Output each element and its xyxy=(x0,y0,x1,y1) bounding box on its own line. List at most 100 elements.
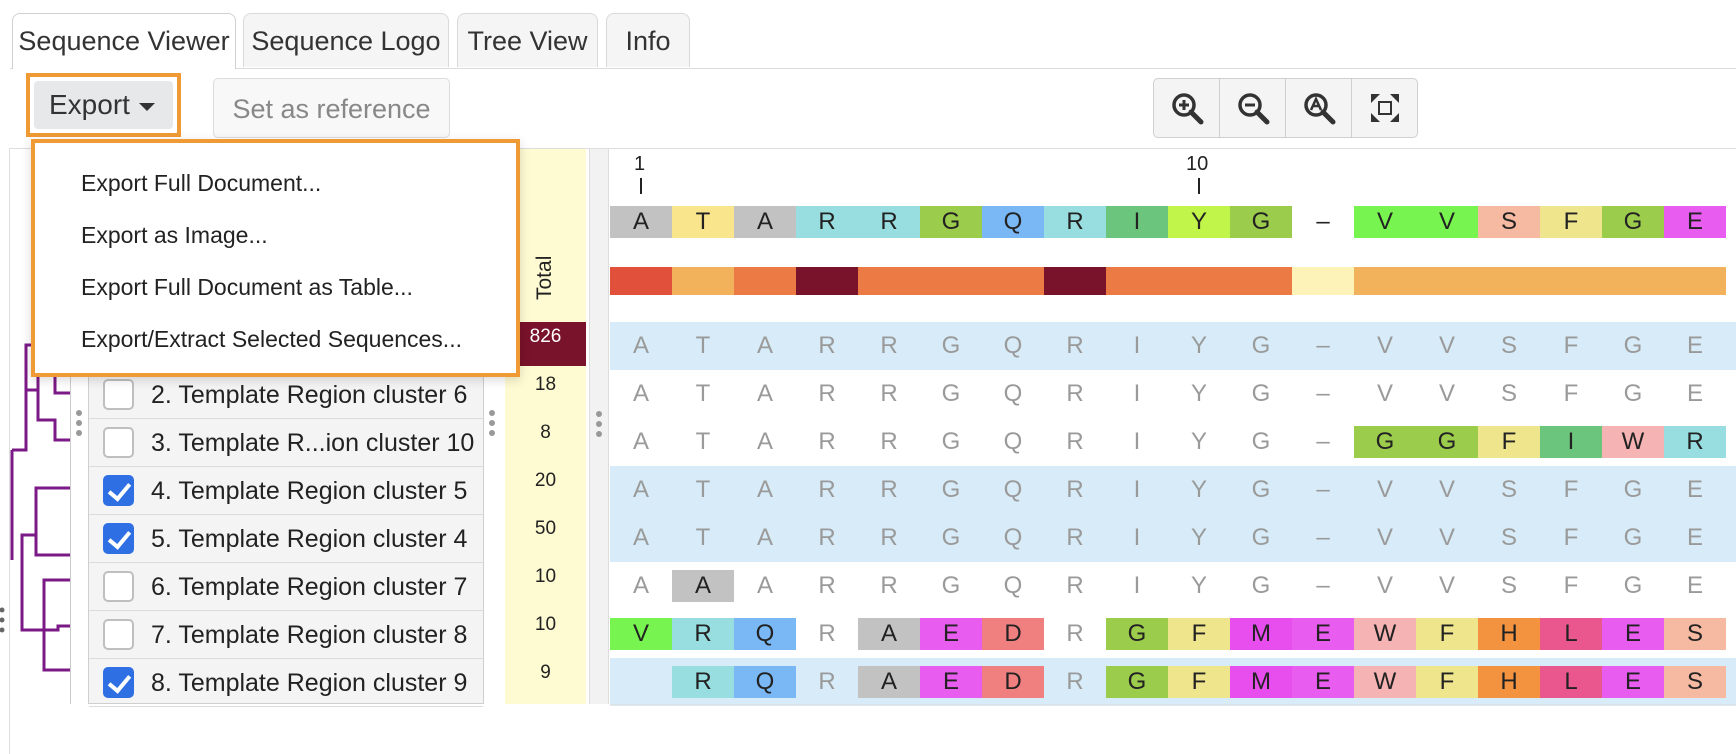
residue-cell: E xyxy=(1292,618,1354,650)
tab-sequence-logo[interactable]: Sequence Logo xyxy=(243,13,449,67)
row-checkbox[interactable] xyxy=(103,571,134,602)
identity-bar-segment xyxy=(1106,267,1168,295)
consensus-residue: E xyxy=(1664,206,1726,238)
row-checkbox-checked[interactable] xyxy=(103,667,134,698)
residue-cell: V xyxy=(1376,572,1393,599)
sequence-name: 2. Template Region cluster 6 xyxy=(151,381,468,409)
residue-cell: Y xyxy=(1190,476,1207,503)
residue-cell: W xyxy=(1354,618,1416,650)
zoom-in-icon xyxy=(1171,93,1203,125)
list-item[interactable]: 7. Template Region cluster 8 xyxy=(89,611,483,659)
residue-cell: I xyxy=(1540,426,1602,458)
residue-cell: Q xyxy=(1003,428,1023,455)
residue-cell: V xyxy=(1438,572,1455,599)
residue-cell: R xyxy=(818,620,836,647)
list-item[interactable]: 2. Template Region cluster 6 xyxy=(89,371,483,419)
residue-cell: I xyxy=(1133,380,1141,407)
residue-cell: G xyxy=(1354,426,1416,458)
residue-cell: E xyxy=(1686,572,1703,599)
residue-cell: A xyxy=(756,380,773,407)
residue-cell: R xyxy=(880,428,898,455)
tab-info[interactable]: Info xyxy=(606,13,690,67)
zoom-out-icon xyxy=(1237,93,1269,125)
export-button[interactable]: Export xyxy=(34,81,173,129)
residue-cell: I xyxy=(1133,524,1141,551)
list-item[interactable]: 3. Template R...ion cluster 10 xyxy=(89,419,483,467)
identity-bar-segment xyxy=(1354,267,1416,295)
list-item[interactable]: 6. Template Region cluster 7 xyxy=(89,563,483,611)
tab-tree-view[interactable]: Tree View xyxy=(457,13,598,67)
panel-splitter[interactable] xyxy=(589,149,609,704)
menu-item-export-full-document[interactable]: Export Full Document... xyxy=(81,170,321,197)
menu-item-export-as-image[interactable]: Export as Image... xyxy=(81,222,268,249)
residue-cell: G xyxy=(941,572,961,599)
sequence-name: 3. Template R...ion cluster 10 xyxy=(151,429,475,457)
fullscreen-button[interactable] xyxy=(1352,79,1417,137)
residue-cell: – xyxy=(1316,428,1330,455)
consensus-residue: R xyxy=(858,206,920,238)
zoom-button-group xyxy=(1153,78,1418,138)
residue-cell: Q xyxy=(1003,524,1023,551)
residue-cell: – xyxy=(1316,332,1330,359)
consensus-residue: A xyxy=(610,206,672,238)
row-checkbox[interactable] xyxy=(103,427,134,458)
residue-cell: R xyxy=(1066,524,1084,551)
consensus-residue: V xyxy=(1354,206,1416,238)
residue-cell: S xyxy=(1500,572,1517,599)
residue-cell: E xyxy=(920,666,982,698)
identity-bar-segment xyxy=(1168,267,1230,295)
residue-cell: G xyxy=(1251,380,1271,407)
residue-cell: D xyxy=(982,666,1044,698)
export-button-highlight[interactable]: Export xyxy=(26,73,181,137)
list-item[interactable]: 4. Template Region cluster 5 xyxy=(89,467,483,515)
zoom-in-button[interactable] xyxy=(1154,79,1220,137)
row-checkbox-checked[interactable] xyxy=(103,523,134,554)
residue-cell: – xyxy=(1316,380,1330,407)
residue-cell: Y xyxy=(1190,380,1207,407)
residue-cell: A xyxy=(632,332,649,359)
menu-item-export-selected-sequences[interactable]: Export/Extract Selected Sequences... xyxy=(81,326,462,353)
identity-bar-segment xyxy=(610,267,672,295)
highlighted-row-background xyxy=(610,658,1736,706)
residue-cell: L xyxy=(1540,666,1602,698)
row-checkbox-checked[interactable] xyxy=(103,475,134,506)
sequence-name-list: 2. Template Region cluster 6 3. Template… xyxy=(88,370,484,707)
residue-cell: F xyxy=(1563,380,1579,407)
residue-cell: G xyxy=(1251,332,1271,359)
residue-cell: E xyxy=(1292,666,1354,698)
residue-cell: F xyxy=(1168,666,1230,698)
residue-cell: Q xyxy=(1003,572,1023,599)
consensus-residue: T xyxy=(672,206,734,238)
row-checkbox[interactable] xyxy=(103,379,134,410)
menu-item-export-as-table[interactable]: Export Full Document as Table... xyxy=(81,274,413,301)
identity-bar-segment xyxy=(672,267,734,295)
residue-cell: V xyxy=(1438,524,1455,551)
residue-cell: G xyxy=(941,332,961,359)
residue-cell: G xyxy=(1251,524,1271,551)
ruler-label: 1 xyxy=(634,153,646,175)
zoom-to-fit-button[interactable] xyxy=(1286,79,1352,137)
list-item[interactable]: 5. Template Region cluster 4 xyxy=(89,515,483,563)
total-value: 9 xyxy=(540,662,551,683)
residue-cell: G xyxy=(941,476,961,503)
set-as-reference-button[interactable]: Set as reference xyxy=(213,78,450,138)
residue-cell: V xyxy=(1438,476,1455,503)
residue-cell: R xyxy=(672,666,734,698)
row-checkbox[interactable] xyxy=(103,619,134,650)
residue-cell: G xyxy=(941,380,961,407)
ruler-tick xyxy=(1198,178,1200,194)
residue-cell: Q xyxy=(734,618,796,650)
residue-cell: A xyxy=(858,618,920,650)
residue-cell: Q xyxy=(734,666,796,698)
zoom-out-button[interactable] xyxy=(1220,79,1286,137)
residue-cell: T xyxy=(695,524,711,551)
consensus-residue: A xyxy=(734,206,796,238)
residue-cell: G xyxy=(941,524,961,551)
residue-cell: V xyxy=(1438,380,1455,407)
caret-down-icon xyxy=(139,103,155,111)
alignment-bottom-border xyxy=(610,704,1736,705)
tab-sequence-viewer[interactable]: Sequence Viewer xyxy=(12,13,236,69)
residue-cell: E xyxy=(920,618,982,650)
identity-bar-segment xyxy=(1540,267,1602,295)
list-item[interactable]: 8. Template Region cluster 9 xyxy=(89,659,483,707)
